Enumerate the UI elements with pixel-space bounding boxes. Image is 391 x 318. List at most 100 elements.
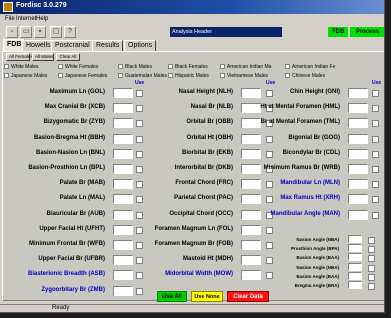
checkbox-icon[interactable]	[4, 64, 9, 70]
use-checkbox[interactable]	[136, 135, 143, 143]
measurement-input[interactable]	[241, 209, 261, 220]
menu-internet[interactable]: Internet	[16, 16, 36, 22]
measurement-input[interactable]	[348, 209, 368, 220]
help-icon[interactable]: ?	[64, 26, 76, 38]
checkbox-icon[interactable]	[4, 73, 9, 79]
use-checkbox[interactable]	[368, 264, 375, 272]
use-checkbox[interactable]	[136, 90, 143, 97]
measurement-input[interactable]	[113, 103, 133, 114]
process-button[interactable]: Process	[350, 27, 384, 37]
group-checkbox[interactable]: White Males	[4, 63, 39, 71]
measurement-input[interactable]	[113, 164, 133, 174]
tab-howells[interactable]: Howells	[22, 40, 55, 51]
group-checkbox[interactable]: Japanese Females	[58, 72, 107, 80]
measurement-input[interactable]	[241, 270, 261, 281]
group-checkbox[interactable]: Japanese Males	[4, 72, 47, 80]
checkbox-icon[interactable]	[58, 64, 63, 70]
group-checkbox[interactable]: Hispanic Males	[168, 72, 209, 80]
measurement-input[interactable]	[348, 148, 368, 159]
use-checkbox[interactable]	[368, 283, 375, 290]
measurement-input[interactable]	[113, 148, 133, 159]
use-checkbox[interactable]	[136, 181, 143, 189]
use-checkbox[interactable]	[266, 257, 273, 265]
use-checkbox[interactable]	[372, 105, 379, 113]
measurement-input[interactable]	[348, 262, 362, 271]
measurement-input[interactable]	[241, 224, 261, 235]
use-checkbox[interactable]	[372, 166, 379, 173]
use-checkbox[interactable]	[266, 90, 273, 97]
use-checkbox[interactable]	[266, 181, 273, 189]
use-checkbox[interactable]	[372, 90, 379, 97]
use-checkbox[interactable]	[136, 211, 143, 219]
measurement-input[interactable]	[241, 88, 261, 98]
clear-data-button[interactable]: Clear Data	[227, 291, 269, 302]
measurement-input[interactable]	[113, 88, 133, 98]
measurement-input[interactable]	[348, 179, 368, 190]
measurement-input[interactable]	[113, 179, 133, 190]
measurement-input[interactable]	[348, 281, 362, 289]
measurement-input[interactable]	[241, 118, 261, 129]
use-checkbox[interactable]	[368, 273, 375, 281]
group-checkbox[interactable]: Chinese Males	[285, 72, 325, 80]
measurement-input[interactable]	[241, 194, 261, 205]
use-checkbox[interactable]	[136, 257, 143, 265]
group-checkbox[interactable]: Black Females	[168, 63, 208, 71]
checkbox-icon[interactable]	[118, 64, 123, 70]
use-checkbox[interactable]	[372, 120, 379, 128]
measurement-input[interactable]	[348, 103, 368, 114]
group-checkbox[interactable]: Guatemalan Males	[118, 72, 167, 80]
measurement-input[interactable]	[348, 88, 368, 98]
group-checkbox[interactable]: Black Males	[118, 63, 152, 71]
use-all-button[interactable]: Use All	[157, 291, 187, 302]
measurement-input[interactable]	[241, 103, 261, 114]
use-checkbox[interactable]	[136, 120, 143, 128]
measurement-input[interactable]	[348, 118, 368, 129]
save-icon[interactable]: ▪	[34, 26, 46, 38]
use-checkbox[interactable]	[266, 272, 273, 280]
group-checkbox[interactable]: American Indian Fe	[285, 63, 335, 71]
all-females-button[interactable]: All Females	[6, 53, 33, 61]
measurement-input[interactable]	[113, 255, 133, 266]
new-file-icon[interactable]: ▫	[6, 26, 18, 38]
print-icon[interactable]: ▢	[50, 26, 62, 38]
use-checkbox[interactable]	[372, 196, 379, 204]
use-checkbox[interactable]	[266, 242, 273, 249]
checkbox-icon[interactable]	[58, 73, 63, 79]
measurement-input[interactable]	[113, 194, 133, 205]
measurement-input[interactable]	[113, 240, 133, 250]
use-checkbox[interactable]	[136, 242, 143, 249]
use-checkbox[interactable]	[136, 196, 143, 204]
measurement-input[interactable]	[348, 194, 368, 205]
checkbox-icon[interactable]	[220, 64, 225, 70]
fdb-button[interactable]: FDB	[328, 27, 348, 37]
checkbox-icon[interactable]	[220, 73, 225, 79]
use-checkbox[interactable]	[136, 226, 143, 234]
group-checkbox[interactable]: American Indian Ma	[220, 63, 271, 71]
measurement-input[interactable]	[348, 164, 368, 174]
checkbox-icon[interactable]	[285, 73, 290, 79]
measurement-input[interactable]	[348, 133, 368, 144]
measurement-input[interactable]	[113, 133, 133, 144]
measurement-input[interactable]	[241, 164, 261, 174]
use-none-button[interactable]: Use None	[191, 291, 223, 302]
use-checkbox[interactable]	[136, 105, 143, 113]
checkbox-icon[interactable]	[285, 64, 290, 70]
use-checkbox[interactable]	[266, 196, 273, 204]
measurement-input[interactable]	[348, 235, 362, 243]
group-checkbox[interactable]: Vietnamese Males	[220, 72, 268, 80]
measurement-input[interactable]	[113, 270, 133, 281]
measurement-input[interactable]	[348, 271, 362, 280]
use-checkbox[interactable]	[372, 135, 379, 143]
use-checkbox[interactable]	[136, 150, 143, 158]
measurement-input[interactable]	[113, 209, 133, 220]
measurement-input[interactable]	[348, 244, 362, 253]
measurement-input[interactable]	[241, 133, 261, 144]
menu-help[interactable]: Help	[36, 16, 48, 22]
group-checkbox[interactable]: White Females	[58, 63, 98, 71]
use-checkbox[interactable]	[266, 150, 273, 158]
use-checkbox[interactable]	[136, 166, 143, 173]
use-checkbox[interactable]	[372, 181, 379, 189]
use-checkbox[interactable]	[368, 246, 375, 254]
use-checkbox[interactable]	[266, 135, 273, 143]
use-checkbox[interactable]	[136, 287, 143, 295]
